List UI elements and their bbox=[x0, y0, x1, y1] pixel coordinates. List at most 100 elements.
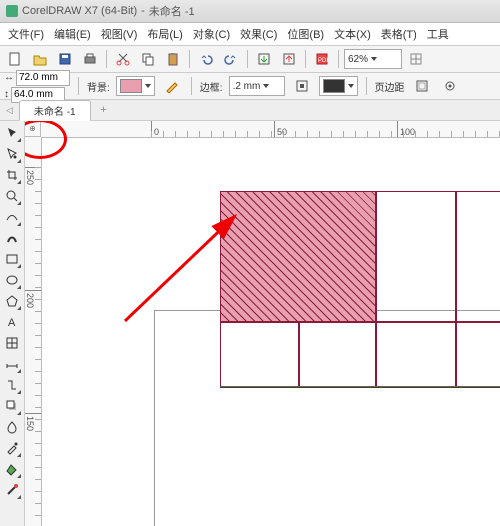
menu-tools[interactable]: 工具 bbox=[423, 24, 453, 44]
menu-bar: 文件(F) 编辑(E) 视图(V) 布局(L) 对象(C) 效果(C) 位图(B… bbox=[0, 23, 500, 46]
separator bbox=[191, 77, 192, 95]
drop-shadow-tool[interactable] bbox=[2, 396, 22, 416]
menu-effect[interactable]: 效果(C) bbox=[236, 24, 281, 44]
ruler-vertical[interactable]: 250 200 150 bbox=[25, 137, 42, 526]
annotation-arrow bbox=[115, 201, 255, 331]
outline-tool[interactable] bbox=[2, 480, 22, 500]
width-icon: ↔ bbox=[4, 72, 14, 83]
app-icon bbox=[6, 5, 18, 17]
menu-object[interactable]: 对象(C) bbox=[189, 24, 234, 44]
eyedropper-tool[interactable] bbox=[2, 438, 22, 458]
separator bbox=[305, 50, 306, 68]
menu-edit[interactable]: 编辑(E) bbox=[50, 24, 95, 44]
bg-edit-button[interactable] bbox=[161, 75, 183, 97]
toolbox: A bbox=[0, 121, 25, 526]
add-tab-button[interactable]: + bbox=[95, 103, 113, 117]
pick-tool[interactable] bbox=[2, 123, 22, 143]
separator bbox=[189, 50, 190, 68]
new-button[interactable] bbox=[4, 48, 26, 70]
standard-toolbar: PDF 62% bbox=[0, 46, 500, 73]
bg-label: 背景: bbox=[87, 79, 110, 94]
export-button[interactable] bbox=[278, 48, 300, 70]
publish-pdf-button[interactable]: PDF bbox=[311, 48, 333, 70]
margin-label: 页边距 bbox=[375, 79, 405, 94]
bg-swatch bbox=[120, 79, 142, 93]
snap-button[interactable] bbox=[405, 48, 427, 70]
open-button[interactable] bbox=[29, 48, 51, 70]
menu-table[interactable]: 表格(T) bbox=[377, 24, 421, 44]
chevron-down-icon bbox=[145, 84, 151, 88]
options-button[interactable] bbox=[439, 75, 461, 97]
crop-tool[interactable] bbox=[2, 165, 22, 185]
undo-button[interactable] bbox=[195, 48, 217, 70]
fill-tool[interactable] bbox=[2, 459, 22, 479]
width-input[interactable] bbox=[16, 70, 70, 86]
table-cell[interactable] bbox=[220, 321, 300, 388]
table-tool[interactable] bbox=[2, 333, 22, 353]
border-color-dropdown[interactable] bbox=[319, 76, 358, 96]
shape-tool[interactable] bbox=[2, 144, 22, 164]
edge-label: 边框: bbox=[200, 79, 223, 94]
table-cell[interactable] bbox=[375, 191, 457, 323]
redo-button[interactable] bbox=[220, 48, 242, 70]
menu-bitmap[interactable]: 位图(B) bbox=[283, 24, 328, 44]
polygon-tool[interactable] bbox=[2, 291, 22, 311]
workspace: A ⊕ 0 50 100 150 250 200 150 bbox=[0, 121, 500, 526]
chevron-down-icon bbox=[348, 84, 354, 88]
print-button[interactable] bbox=[79, 48, 101, 70]
doc-title: 未命名 -1 bbox=[149, 3, 195, 19]
border-style-button[interactable] bbox=[291, 75, 313, 97]
annotation-circle bbox=[25, 121, 67, 159]
table-baseline bbox=[220, 386, 500, 387]
zoom-value: 62% bbox=[348, 54, 368, 65]
doc-tab-label: 未命名 -1 bbox=[34, 103, 76, 118]
ellipse-tool[interactable] bbox=[2, 270, 22, 290]
tab-prev-icon[interactable]: ◁ bbox=[6, 105, 13, 116]
property-bar: ↔ ↕ 背景: 边框: .2 mm 页边距 bbox=[0, 73, 500, 100]
paste-button[interactable] bbox=[162, 48, 184, 70]
separator bbox=[338, 50, 339, 68]
canvas-area[interactable]: ⊕ 0 50 100 150 250 200 150 bbox=[25, 121, 500, 526]
bg-color-dropdown[interactable] bbox=[116, 76, 155, 96]
import-button[interactable] bbox=[253, 48, 275, 70]
size-group: ↔ ↕ bbox=[4, 70, 70, 103]
save-button[interactable] bbox=[54, 48, 76, 70]
cut-button[interactable] bbox=[112, 48, 134, 70]
rectangle-tool[interactable] bbox=[2, 249, 22, 269]
separator bbox=[78, 77, 79, 95]
table-cell[interactable] bbox=[298, 321, 377, 388]
text-tool[interactable]: A bbox=[2, 312, 22, 332]
menu-layout[interactable]: 布局(L) bbox=[143, 24, 186, 44]
svg-text:A: A bbox=[8, 317, 16, 329]
menu-file[interactable]: 文件(F) bbox=[4, 24, 48, 44]
edge-value: .2 mm bbox=[233, 81, 261, 92]
app-title: CorelDRAW X7 (64-Bit) bbox=[22, 5, 137, 17]
table-cell[interactable] bbox=[455, 191, 500, 323]
margin-button[interactable] bbox=[411, 75, 433, 97]
connector-tool[interactable] bbox=[2, 375, 22, 395]
doc-tab[interactable]: 未命名 -1 bbox=[19, 100, 91, 121]
svg-text:PDF: PDF bbox=[318, 58, 329, 64]
chevron-down-icon bbox=[371, 57, 377, 61]
transparency-tool[interactable] bbox=[2, 417, 22, 437]
ruler-horizontal[interactable]: 0 50 100 150 bbox=[41, 121, 500, 138]
separator bbox=[247, 50, 248, 68]
separator bbox=[366, 77, 367, 95]
freehand-tool[interactable] bbox=[2, 207, 22, 227]
title-bar: CorelDRAW X7 (64-Bit) - 未命名 -1 bbox=[0, 0, 500, 23]
dimension-tool[interactable] bbox=[2, 354, 22, 374]
artistic-media-tool[interactable] bbox=[2, 228, 22, 248]
separator bbox=[106, 50, 107, 68]
table-cell[interactable] bbox=[455, 321, 500, 388]
copy-button[interactable] bbox=[137, 48, 159, 70]
zoom-dropdown[interactable]: 62% bbox=[344, 49, 402, 69]
chevron-down-icon bbox=[263, 84, 269, 88]
height-icon: ↕ bbox=[4, 89, 9, 100]
document-tabs: ◁ 未命名 -1 + bbox=[0, 100, 500, 121]
border-swatch bbox=[323, 79, 345, 93]
menu-text[interactable]: 文本(X) bbox=[330, 24, 375, 44]
menu-view[interactable]: 视图(V) bbox=[97, 24, 142, 44]
edge-width-dropdown[interactable]: .2 mm bbox=[229, 76, 285, 96]
zoom-tool[interactable] bbox=[2, 186, 22, 206]
table-cell[interactable] bbox=[375, 321, 457, 388]
